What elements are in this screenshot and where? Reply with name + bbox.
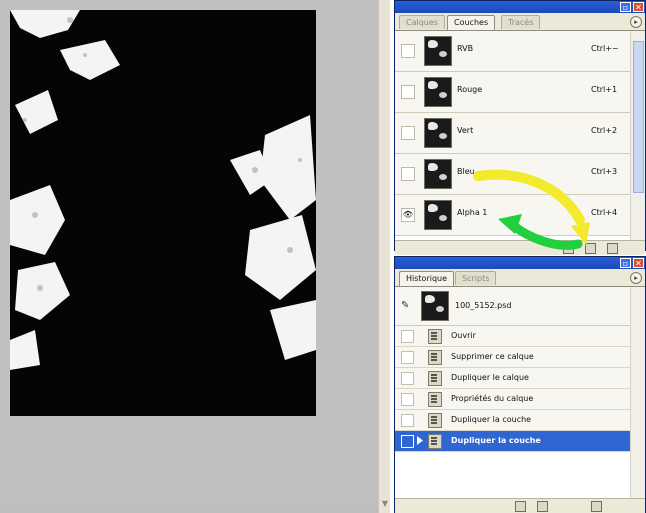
- channel-name: Rouge: [457, 85, 483, 94]
- channel-name: RVB: [457, 44, 474, 53]
- visibility-toggle[interactable]: [401, 85, 415, 99]
- history-state-icon: [428, 350, 442, 365]
- history-state-icon: [428, 413, 442, 428]
- channel-shortcut: Ctrl+4: [591, 208, 618, 217]
- visibility-toggle[interactable]: [401, 44, 415, 58]
- current-state-marker-icon: [417, 436, 423, 445]
- history-state-label: Propriétés du calque: [451, 394, 534, 403]
- history-source-box[interactable]: [401, 393, 414, 406]
- channels-footer: [395, 240, 645, 255]
- trash-icon[interactable]: [607, 243, 618, 254]
- channel-thumbnail: [424, 77, 452, 107]
- palette-menu-icon[interactable]: ▸: [630, 16, 642, 28]
- history-state-dupliquer-couche-selected[interactable]: Dupliquer la couche: [395, 431, 631, 452]
- tab-scripts[interactable]: Scripts: [455, 271, 497, 285]
- history-source-box[interactable]: [401, 351, 414, 364]
- palette-titlebar[interactable]: ▫ ✕: [395, 257, 645, 269]
- channel-row-alpha-1[interactable]: 👁 Alpha 1 Ctrl+4: [395, 195, 631, 236]
- history-state-label: Ouvrir: [451, 331, 476, 340]
- history-footer: [395, 498, 645, 513]
- minimize-icon[interactable]: ▫: [620, 2, 631, 12]
- history-source-box[interactable]: [401, 435, 414, 448]
- channel-shortcut: Ctrl+~: [591, 44, 619, 53]
- document-image[interactable]: [10, 10, 316, 416]
- channel-row-rvb[interactable]: RVB Ctrl+~: [395, 31, 631, 72]
- history-scrollbar[interactable]: [630, 287, 645, 498]
- history-state-proprietes-calque[interactable]: Propriétés du calque: [395, 389, 631, 410]
- history-state-supprimer-calque[interactable]: Supprimer ce calque: [395, 347, 631, 368]
- channel-shortcut: Ctrl+1: [591, 85, 618, 94]
- new-channel-icon[interactable]: [585, 243, 596, 254]
- tab-calques[interactable]: Calques: [399, 15, 445, 29]
- eye-icon[interactable]: 👁: [401, 208, 415, 222]
- channel-name: Vert: [457, 126, 474, 135]
- scrollbar-thumb[interactable]: [633, 41, 644, 193]
- history-state-icon: [428, 392, 442, 407]
- history-state-ouvrir[interactable]: Ouvrir: [395, 326, 631, 347]
- channels-palette: ▫ ✕ Calques Couches Tracés ▸ RVB Ctrl+~ …: [394, 0, 646, 255]
- new-document-from-state-icon[interactable]: [515, 501, 526, 512]
- palette-titlebar[interactable]: ▫ ✕: [395, 1, 645, 13]
- history-state-icon: [428, 329, 442, 344]
- history-brush-icon[interactable]: ✎: [401, 300, 409, 311]
- channel-shortcut: Ctrl+3: [591, 167, 618, 176]
- palette-menu-icon[interactable]: ▸: [630, 272, 642, 284]
- trash-icon[interactable]: [591, 501, 602, 512]
- history-state-icon: [428, 434, 442, 449]
- channel-name: Bleu: [457, 167, 475, 176]
- history-state-dupliquer-calque[interactable]: Dupliquer le calque: [395, 368, 631, 389]
- history-state-label: Supprimer ce calque: [451, 352, 534, 361]
- channel-row-bleu[interactable]: Bleu Ctrl+3: [395, 154, 631, 195]
- tree-silhouette-image: [10, 10, 316, 416]
- close-icon[interactable]: ✕: [633, 2, 644, 12]
- scroll-arrow-icon[interactable]: ▼: [380, 499, 390, 509]
- channel-row-vert[interactable]: Vert Ctrl+2: [395, 113, 631, 154]
- channel-thumbnail: [424, 36, 452, 66]
- channel-row-rouge[interactable]: Rouge Ctrl+1: [395, 72, 631, 113]
- tab-historique[interactable]: Historique: [399, 271, 455, 286]
- channel-shortcut: Ctrl+2: [591, 126, 618, 135]
- visibility-toggle[interactable]: [401, 167, 415, 181]
- snapshot-row[interactable]: ✎ 100_5152.psd: [395, 287, 631, 326]
- channel-thumbnail: [424, 159, 452, 189]
- channel-thumbnail: [424, 200, 452, 230]
- visibility-toggle[interactable]: [401, 126, 415, 140]
- history-source-box[interactable]: [401, 330, 414, 343]
- history-state-label: Dupliquer la couche: [451, 436, 541, 445]
- history-list: ✎ 100_5152.psd Ouvrir Supprimer ce calqu…: [395, 287, 645, 498]
- load-selection-icon[interactable]: [563, 243, 574, 254]
- history-source-box[interactable]: [401, 372, 414, 385]
- document-canvas[interactable]: [0, 0, 378, 513]
- channels-tab-bar: Calques Couches Tracés ▸: [395, 13, 645, 31]
- snapshot-name: 100_5152.psd: [455, 301, 512, 310]
- history-state-label: Dupliquer le calque: [451, 373, 529, 382]
- channel-thumbnail: [424, 118, 452, 148]
- history-state-label: Dupliquer la couche: [451, 415, 532, 424]
- history-palette: ▫ ✕ Historique Scripts ▸ ✎ 100_5152.psd …: [394, 256, 646, 513]
- snapshot-thumbnail: [421, 291, 449, 321]
- tab-traces[interactable]: Tracés: [501, 15, 541, 29]
- history-state-icon: [428, 371, 442, 386]
- history-state-dupliquer-couche[interactable]: Dupliquer la couche: [395, 410, 631, 431]
- tab-couches[interactable]: Couches: [447, 15, 496, 30]
- history-source-box[interactable]: [401, 414, 414, 427]
- new-snapshot-icon[interactable]: [537, 501, 548, 512]
- history-tab-bar: Historique Scripts ▸: [395, 269, 645, 287]
- canvas-status-strip: [0, 503, 378, 513]
- minimize-icon[interactable]: ▫: [620, 258, 631, 268]
- channel-name: Alpha 1: [457, 208, 488, 217]
- channels-list: RVB Ctrl+~ Rouge Ctrl+1 Vert Ctrl+2 Bleu…: [395, 31, 645, 240]
- close-icon[interactable]: ✕: [633, 258, 644, 268]
- channels-scrollbar[interactable]: [630, 31, 645, 240]
